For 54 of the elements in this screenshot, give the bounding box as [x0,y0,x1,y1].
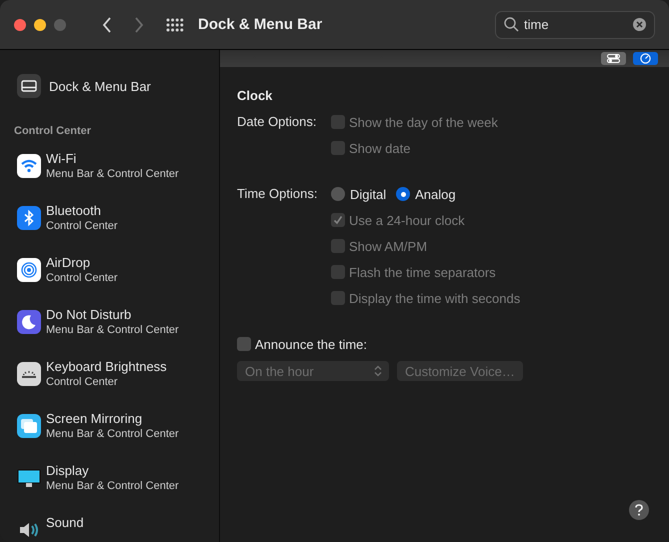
help-button[interactable] [629,500,649,520]
checkbox[interactable] [237,337,251,351]
sidebar-item-subtitle: Menu Bar & Control Center [46,479,179,493]
sidebar-item-title[interactable]: Screen Mirroring [46,411,179,427]
radio-label: Digital [350,186,386,202]
sidebar-item-title[interactable]: Display [46,463,179,479]
airdrop-icon [17,258,41,282]
sidebar-item-title[interactable]: Dock & Menu Bar [49,78,151,94]
search-input[interactable]: time [524,17,628,32]
section-heading: Clock [237,88,274,103]
sidebar-item-title[interactable]: AirDrop [46,255,118,271]
sidebar-item-title[interactable]: Do Not Disturb [46,307,179,323]
date-options-label: Date Options: [237,113,318,131]
sidebar-item-title[interactable]: Bluetooth [46,203,118,219]
checkbox-label: Flash the time separators [349,264,496,280]
stepper-icon [374,365,382,377]
sidebar-item-title[interactable]: Wi-Fi [46,151,179,167]
clock-view-button[interactable] [633,52,658,65]
sidebar-item-subtitle: Menu Bar & Control Center [46,427,179,441]
radio-button[interactable] [396,187,410,201]
checkbox-label: Display the time with seconds [349,290,520,306]
toggles-view-button[interactable] [601,52,626,65]
checkbox-label: Announce the time: [255,336,368,352]
wifi-icon [17,154,41,178]
sidebar-item-subtitle: Menu Bar & Control Center [46,167,179,181]
sidebar-item-title[interactable]: Sound [46,515,84,531]
close-button[interactable] [14,18,26,30]
screen-mirroring-icon [17,414,41,438]
sidebar-item-subtitle: Control Center [46,375,119,389]
checkbox-label: Show the day of the week [349,114,498,130]
grid-icon[interactable] [166,18,184,32]
sidebar-item-subtitle: Control Center [46,219,118,233]
section-header: Control Center [14,125,92,137]
bluetooth-icon [17,206,41,230]
sidebar-item-subtitle: Menu Bar & Control Center [46,323,179,337]
search-field[interactable]: time [495,10,655,38]
minimize-button[interactable] [34,18,46,30]
keyboard-brightness-icon [17,362,41,386]
checkbox-label: Show AM/PM [349,238,428,254]
checkbox-label: Use a 24-hour clock [349,212,465,228]
dock-icon [17,74,41,98]
question-mark-icon [635,504,643,516]
checkbox-label: Show date [349,140,410,156]
clear-icon[interactable] [633,18,646,31]
search-icon [504,17,519,32]
sidebar-item-subtitle: Control Center [46,271,118,285]
sidebar-item-title[interactable]: Keyboard Brightness [46,359,167,375]
window-title: Dock & Menu Bar [198,16,322,33]
radio-button[interactable] [331,187,345,201]
time-options-label: Time Options: [237,185,318,203]
forward-icon[interactable] [134,16,144,32]
radio-label: Analog [415,186,456,202]
moon-icon [17,310,41,334]
back-icon[interactable] [102,16,112,32]
